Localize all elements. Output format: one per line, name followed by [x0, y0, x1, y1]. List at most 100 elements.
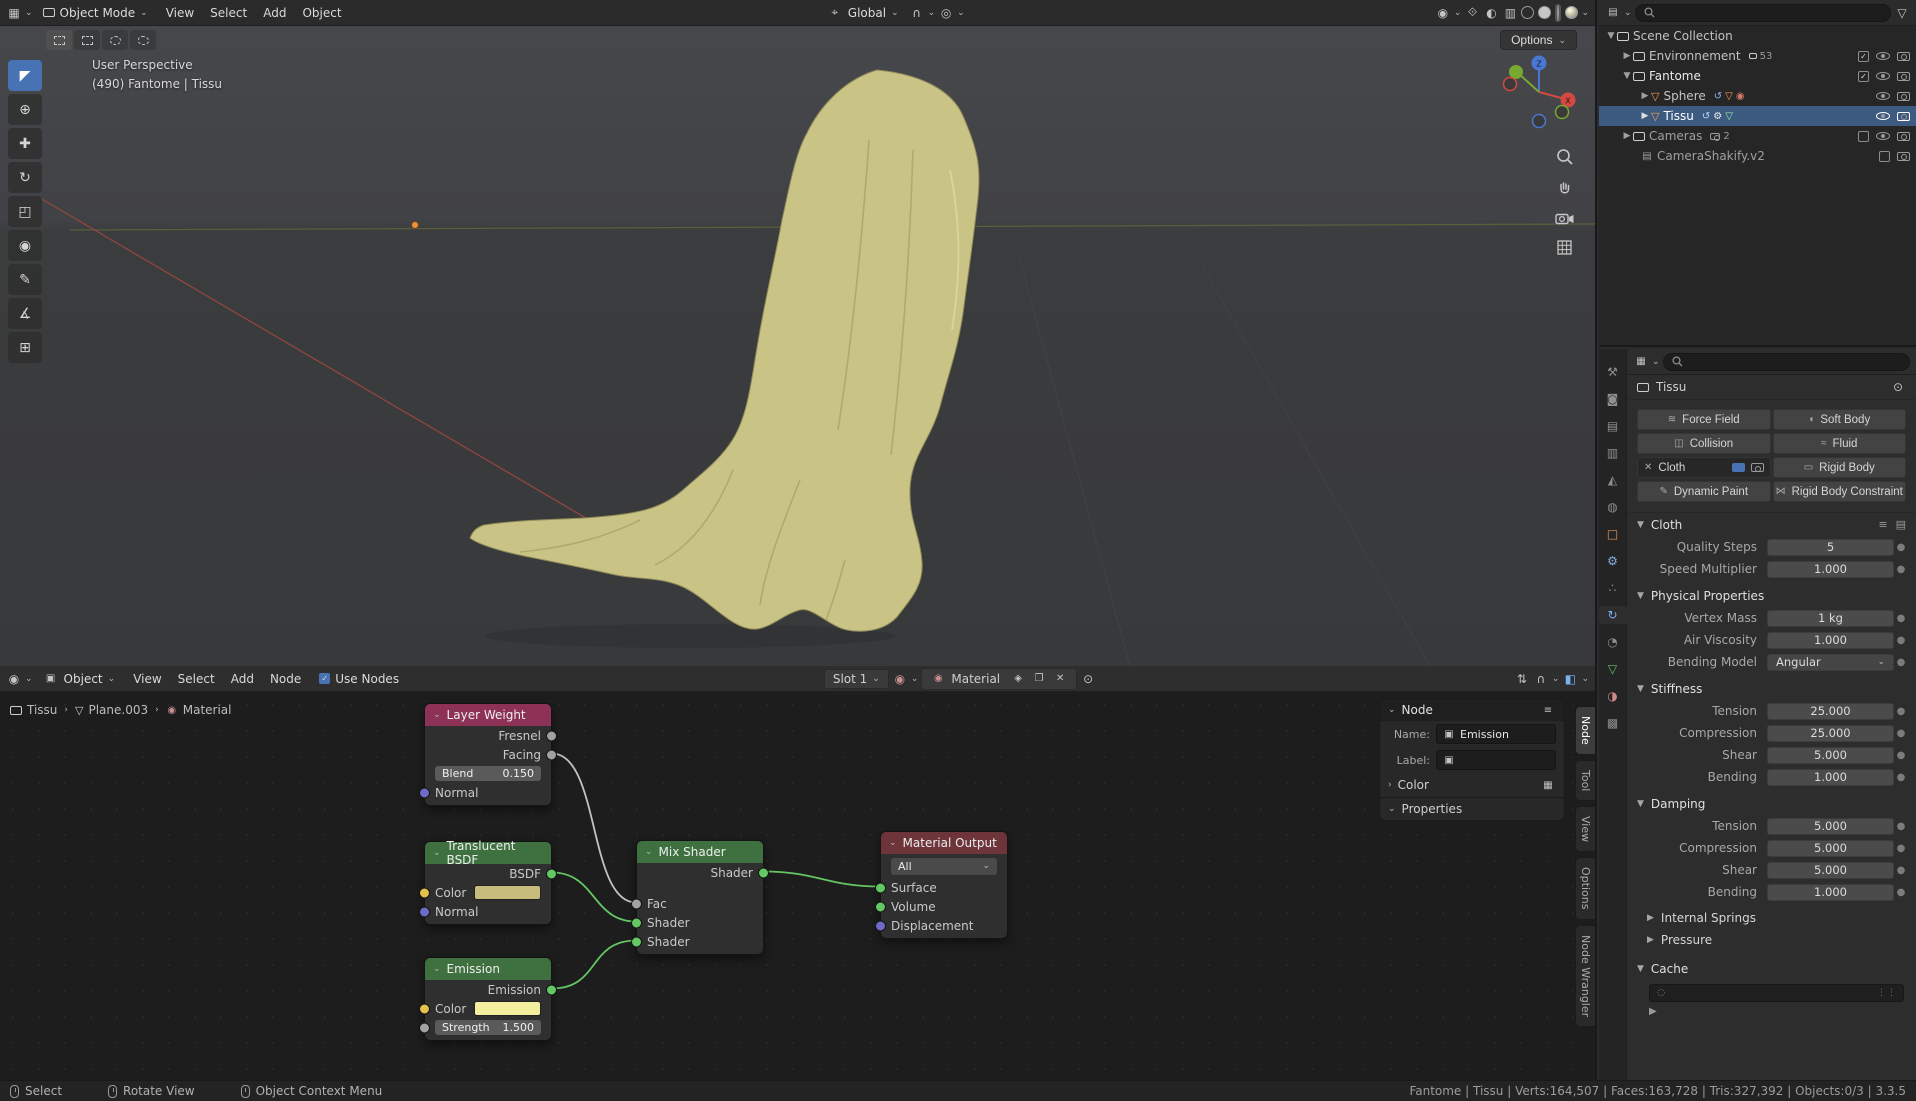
disable-render-icon[interactable] — [1897, 92, 1910, 101]
cloth-panel-header[interactable]: ▼Cloth ≡▤ — [1627, 513, 1916, 536]
disable-render-icon[interactable] — [1897, 72, 1910, 81]
cloth-button[interactable]: ✕Cloth — [1637, 457, 1771, 478]
node-panel-header[interactable]: ⌄ Node ≡ — [1380, 699, 1564, 721]
expand-icon[interactable]: ▶ — [1621, 51, 1633, 61]
force-field-button[interactable]: ≋Force Field — [1637, 409, 1771, 430]
particles-tab-icon[interactable]: ∴ — [1601, 579, 1625, 597]
animate-dot[interactable]: ● — [1894, 887, 1908, 898]
dynamic-paint-button[interactable]: ✎Dynamic Paint — [1637, 481, 1771, 502]
color-swatch[interactable] — [474, 1001, 541, 1016]
navigation-gizmo[interactable]: Z X — [1497, 50, 1581, 134]
collapse-icon[interactable]: ⌄ — [433, 710, 441, 720]
zoom-icon[interactable] — [1556, 148, 1574, 166]
menu-item[interactable]: Node — [262, 670, 309, 688]
output-target-dropdown[interactable]: All⌄ — [891, 858, 997, 875]
outliner-row-camerashakify[interactable]: ▤ CameraShakify.v2 — [1599, 146, 1916, 166]
breadcrumb-object[interactable]: Tissu — [27, 703, 57, 717]
collision-button[interactable]: ◫Collision — [1637, 433, 1771, 454]
use-nodes-checkbox[interactable]: ✓ Use Nodes — [312, 670, 406, 688]
outliner-row-sphere[interactable]: ▶ ▽ Sphere ↺▽◉ — [1599, 86, 1916, 106]
pan-hand-icon[interactable] — [1556, 180, 1574, 198]
socket-normal-input[interactable] — [419, 787, 430, 798]
expand-icon[interactable]: ▶ — [1639, 91, 1651, 101]
disable-render-icon[interactable] — [1897, 52, 1910, 61]
strength-value-field[interactable]: Strength1.500 — [435, 1020, 541, 1035]
value-field[interactable]: 1.000⌄ — [1767, 561, 1894, 578]
scene-tab-icon[interactable]: ◭ — [1601, 471, 1625, 489]
material-browse-caret[interactable]: ⌄ — [911, 674, 919, 684]
add-primitive-tool-button[interactable]: ⊞ — [8, 332, 42, 363]
sidebar-tab[interactable]: Node Wrangler — [1575, 925, 1595, 1027]
gizmo-z-neg[interactable] — [1533, 115, 1546, 128]
color-swatch[interactable] — [474, 885, 541, 900]
node-material-output[interactable]: ⌄ Material Output All⌄ Surface Volume Di… — [880, 831, 1008, 939]
tool-tab-icon[interactable]: ⚒ — [1601, 363, 1625, 381]
animate-dot[interactable]: ● — [1894, 728, 1908, 739]
expand-icon[interactable]: ▼ — [1621, 71, 1633, 81]
animate-dot[interactable]: ● — [1894, 564, 1908, 575]
breadcrumb-mesh[interactable]: Plane.003 — [88, 703, 148, 717]
node-canvas[interactable]: Tissu › ▽Plane.003 › ◉Material ⌄ Layer W… — [0, 692, 1595, 1080]
node-name-input[interactable]: ▣Emission — [1436, 724, 1556, 744]
gizmo-y-neg[interactable] — [1556, 106, 1569, 119]
editor-type-caret[interactable]: ⌄ — [1624, 8, 1632, 18]
socket-shader2-input[interactable] — [631, 936, 642, 947]
world-tab-icon[interactable]: ◍ — [1601, 498, 1625, 516]
select-tool-button[interactable]: ◤ — [8, 60, 42, 91]
shader-type-dropdown[interactable]: ▣ Object ⌄ — [36, 669, 123, 689]
sidebar-tab[interactable]: Tool — [1575, 760, 1595, 801]
object-tab-icon[interactable]: □ — [1601, 525, 1625, 543]
socket-emission-output[interactable] — [546, 984, 557, 995]
editor-type-icon[interactable]: ◉ — [6, 671, 22, 687]
node-layer-weight[interactable]: ⌄ Layer Weight Fresnel Facing Blend0.150… — [424, 703, 552, 806]
animate-dot[interactable]: ● — [1894, 613, 1908, 624]
context-object-label[interactable]: Tissu — [1656, 380, 1686, 394]
shader-editor[interactable]: ◉⌄ ▣ Object ⌄ ViewSelectAddNode ✓ Use No… — [0, 666, 1597, 1080]
collapse-icon[interactable]: ⌄ — [645, 847, 653, 857]
outliner[interactable]: ▤⌄ ▽ ▼ Scene Collection ▶ Environnement … — [1599, 0, 1916, 347]
fluid-button[interactable]: ≈Fluid — [1773, 433, 1907, 454]
viewport-3d[interactable]: ▦⌄ Object Mode ⌄ ViewSelectAddObject ⌖ G… — [0, 0, 1597, 666]
animate-dot[interactable]: ● — [1894, 865, 1908, 876]
ortho-grid-icon[interactable] — [1557, 240, 1573, 256]
measure-tool-button[interactable]: ∡ — [8, 298, 42, 329]
expand-icon[interactable]: ▶ — [1639, 111, 1651, 121]
blend-value-field[interactable]: Blend0.150 — [435, 766, 541, 781]
stiffness-panel-header[interactable]: ▼Stiffness — [1627, 677, 1916, 700]
annotate-tool-button[interactable]: ✎ — [8, 264, 42, 295]
color-presets-icon[interactable]: ▦ — [1540, 777, 1556, 793]
breadcrumb-material[interactable]: Material — [183, 703, 232, 717]
remove-cloth-icon[interactable]: ✕ — [1644, 462, 1652, 473]
ghost-cloth-object[interactable] — [470, 70, 979, 631]
value-field[interactable]: 5⌄ — [1767, 539, 1894, 556]
animate-dot[interactable]: ● — [1894, 821, 1908, 832]
collection-checkbox[interactable] — [1858, 131, 1869, 142]
properties-subpanel[interactable]: ⌄ Properties — [1380, 797, 1564, 820]
outliner-row-fantome[interactable]: ▼ Fantome ✓ — [1599, 66, 1916, 86]
menu-item[interactable]: Select — [170, 670, 223, 688]
outliner-row-environnement[interactable]: ▶ Environnement 53 ✓ — [1599, 46, 1916, 66]
socket-strength-input[interactable] — [419, 1022, 430, 1033]
collapse-icon[interactable]: ⌄ — [433, 964, 441, 974]
socket-color-input[interactable] — [419, 1003, 430, 1014]
outliner-row-tissu[interactable]: ▶ ▽ Tissu ↺⚙▽ — [1599, 106, 1916, 126]
socket-shader1-input[interactable] — [631, 917, 642, 928]
render-tab-icon[interactable]: ◙ — [1601, 390, 1625, 408]
editor-type-icon[interactable]: ▤ — [1605, 5, 1621, 21]
value-field[interactable]: 1 kg⌄ — [1767, 610, 1894, 627]
animate-dot[interactable]: ● — [1894, 750, 1908, 761]
properties-search-input[interactable] — [1663, 353, 1910, 371]
select-box-button[interactable] — [74, 30, 100, 50]
socket-color-input[interactable] — [419, 887, 430, 898]
animate-dot[interactable]: ● — [1894, 843, 1908, 854]
slot-dropdown[interactable]: Slot 1 ⌄ — [824, 669, 889, 689]
cache-grip-icon[interactable]: ⋮⋮ — [1877, 988, 1897, 998]
material-name-field[interactable]: ◉ Material ◈ ❐ ✕ — [921, 668, 1077, 690]
disable-render-icon[interactable] — [1897, 112, 1910, 121]
gizmo-x-neg[interactable] — [1504, 78, 1517, 91]
pin-icon[interactable]: ⊙ — [1080, 671, 1096, 687]
value-field[interactable]: 1.000⌄ — [1767, 884, 1894, 901]
socket-surface-input[interactable] — [875, 882, 886, 893]
outliner-row-cameras[interactable]: ▶ Cameras 2 — [1599, 126, 1916, 146]
value-field[interactable]: 5.000⌄ — [1767, 840, 1894, 857]
